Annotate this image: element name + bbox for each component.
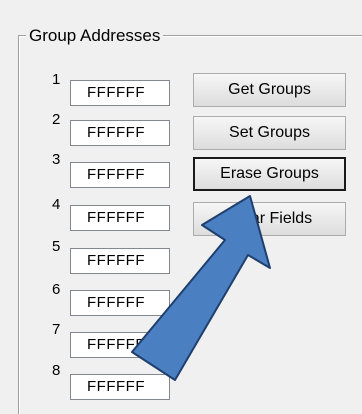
row-label-4: 4 bbox=[52, 196, 61, 213]
clear-fields-button[interactable]: Clear Fields bbox=[193, 202, 346, 236]
group-address-field-7[interactable]: FFFFFF bbox=[70, 332, 170, 358]
row-label-3: 3 bbox=[52, 151, 61, 168]
row-label-5: 5 bbox=[52, 238, 61, 255]
group-address-field-1[interactable]: FFFFFF bbox=[70, 80, 170, 106]
row-label-6: 6 bbox=[52, 281, 61, 298]
erase-groups-button[interactable]: Erase Groups bbox=[193, 157, 346, 191]
group-address-field-4[interactable]: FFFFFF bbox=[70, 205, 170, 231]
get-groups-button[interactable]: Get Groups bbox=[193, 73, 346, 107]
group-address-field-8[interactable]: FFFFFF bbox=[70, 374, 170, 400]
group-address-field-5[interactable]: FFFFFF bbox=[70, 248, 170, 274]
groupbox-title: Group Addresses bbox=[26, 26, 164, 46]
row-label-7: 7 bbox=[52, 321, 61, 338]
row-label-2: 2 bbox=[52, 111, 61, 128]
group-addresses-panel: Group Addresses 1 2 3 4 5 6 7 8 FFFFFF F… bbox=[0, 0, 362, 414]
set-groups-button[interactable]: Set Groups bbox=[193, 116, 346, 150]
group-address-field-2[interactable]: FFFFFF bbox=[70, 120, 170, 146]
row-label-1: 1 bbox=[52, 71, 61, 88]
group-address-field-3[interactable]: FFFFFF bbox=[70, 162, 170, 188]
group-address-field-6[interactable]: FFFFFF bbox=[70, 290, 170, 316]
row-label-8: 8 bbox=[52, 362, 61, 379]
